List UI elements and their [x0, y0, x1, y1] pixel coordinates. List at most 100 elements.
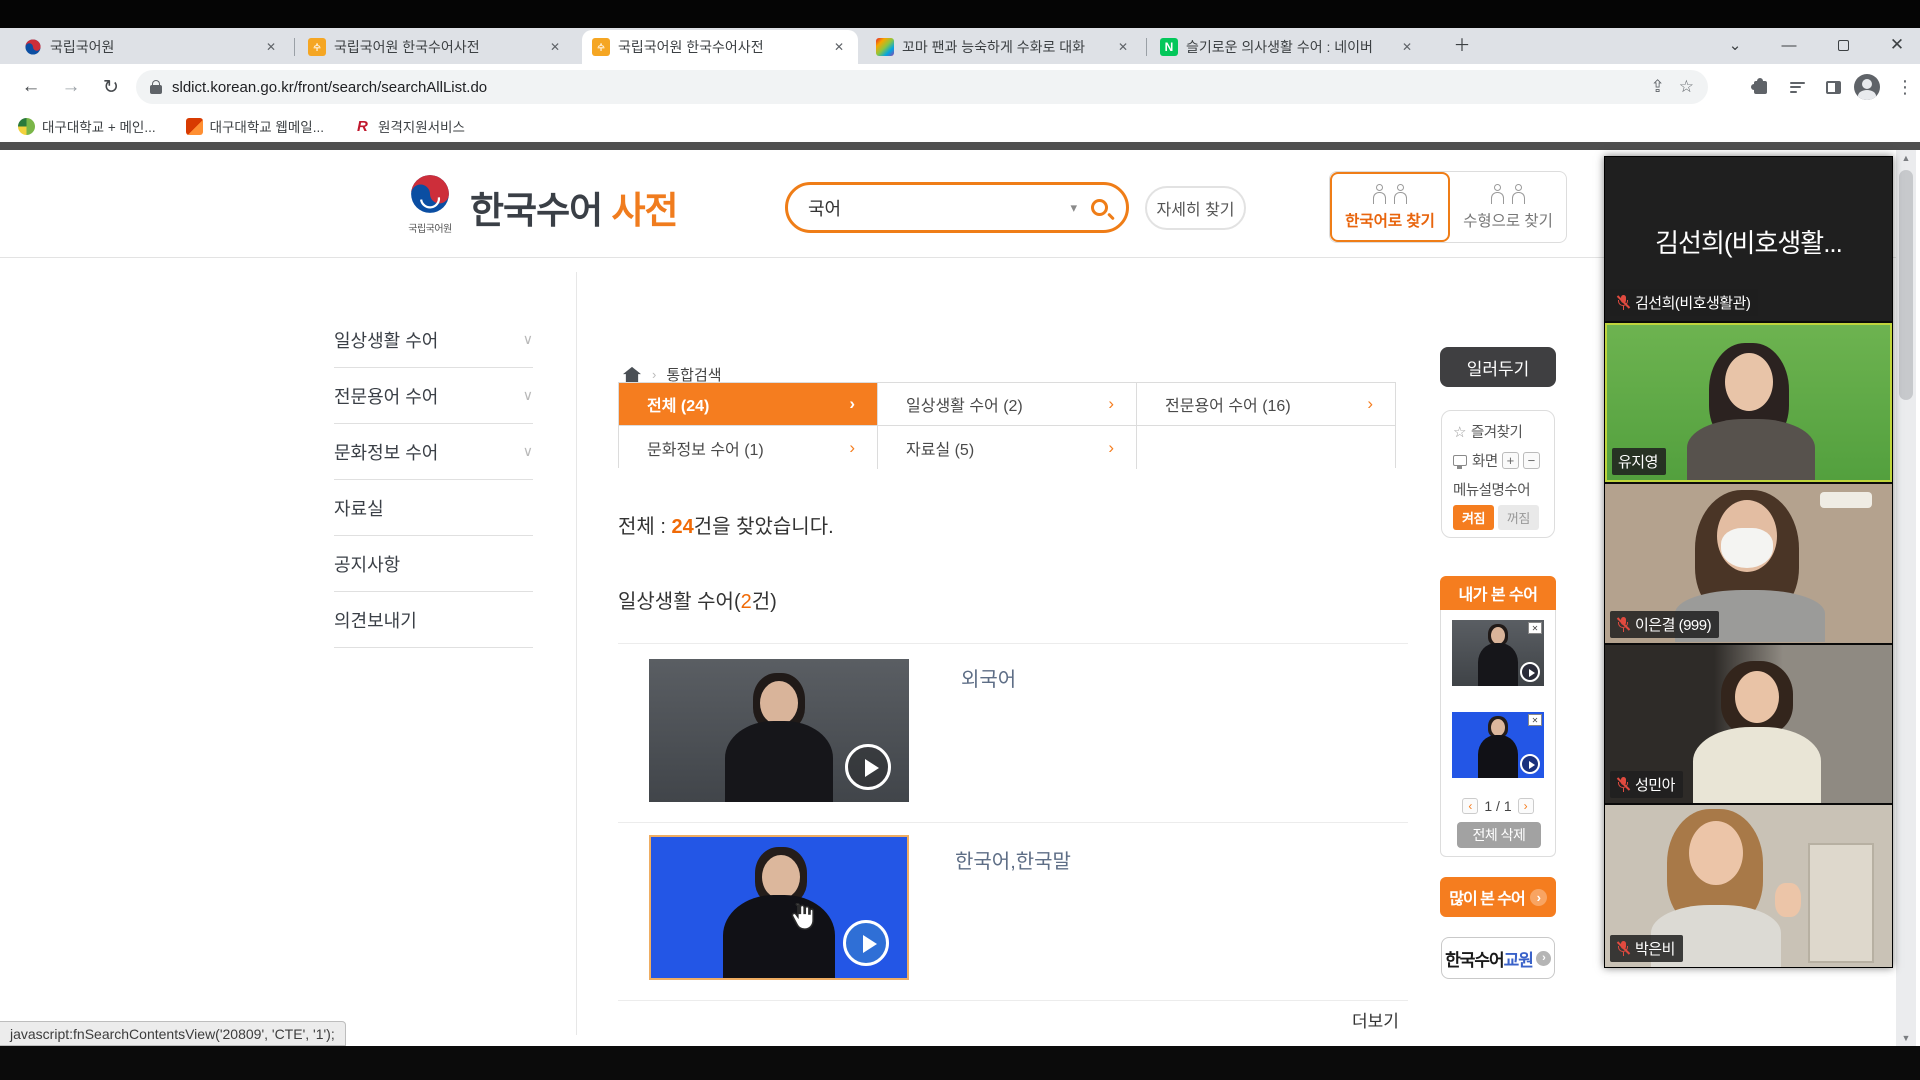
tab-close-icon[interactable]: ✕ [262, 38, 280, 56]
site-title[interactable]: 한국수어 사전 [470, 180, 678, 234]
result-word-link[interactable]: 한국어,한국말 [955, 845, 1071, 874]
search-dropdown-caret-icon[interactable]: ▾ [1070, 200, 1077, 216]
tab-separator [294, 38, 295, 56]
result-tab-culture[interactable]: 문화정보 수어 (1)› [619, 426, 878, 469]
reload-icon[interactable]: ↻ [96, 72, 126, 102]
tab-sldict-active[interactable]: 수 국립국어원 한국수어사전 ✕ [582, 30, 858, 64]
participant-video-park[interactable]: 박은비 [1605, 805, 1892, 967]
address-bar[interactable]: sldict.korean.go.kr/front/search/searchA… [136, 70, 1708, 104]
zoom-out-button[interactable]: − [1523, 452, 1540, 469]
window-menu-chevron-icon[interactable]: ⌄ [1712, 28, 1758, 62]
url-text[interactable]: sldict.korean.go.kr/front/search/searchA… [172, 79, 1637, 96]
muted-mic-icon [1616, 777, 1630, 792]
arrow-icon: › [1367, 394, 1373, 414]
bookmark-remote-support[interactable]: R 원격지원서비스 [354, 116, 465, 136]
bookmark-daegu-main[interactable]: 대구대학교 + 메인... [18, 116, 156, 136]
detail-search-button[interactable]: 자세히 찾기 [1145, 186, 1246, 230]
find-by-korean-button[interactable]: 한국어로 찾기 [1330, 172, 1450, 242]
participant-video-kim[interactable]: 김선희(비호생활... 김선희(비호생활관) [1605, 157, 1892, 321]
arrow-icon: › [1108, 394, 1114, 414]
forward-icon[interactable]: → [56, 72, 86, 102]
popular-signs-button[interactable]: 많이 본 수어 › [1440, 877, 1556, 917]
participant-video-yoo[interactable]: 유지영 [1605, 323, 1892, 482]
window-minimize-icon[interactable]: — [1766, 28, 1812, 62]
row-divider [618, 1000, 1408, 1001]
play-icon[interactable] [845, 744, 891, 790]
sidebar-item-terminology-sign[interactable]: 전문용어 수어∨ [334, 368, 533, 424]
tab-naver[interactable]: N 슬기로운 의사생활 수어 : 네이버 ✕ [1150, 30, 1426, 64]
sidebar-item-feedback[interactable]: 의견보내기 [334, 592, 533, 648]
muted-mic-icon [1616, 941, 1630, 956]
participant-name-chip: 유지영 [1612, 448, 1666, 475]
sidebar-item-culture-sign[interactable]: 문화정보 수어∨ [334, 424, 533, 480]
pager-next-icon[interactable]: › [1518, 798, 1534, 814]
participant-video-lee[interactable]: 이은결 (999) [1605, 484, 1892, 643]
result-tab-terminology[interactable]: 전문용어 수어 (16)› [1137, 383, 1395, 426]
toggle-on-button[interactable]: 켜짐 [1453, 505, 1494, 530]
bookmark-label: 대구대학교 + 메인... [42, 116, 156, 136]
play-icon[interactable] [1520, 754, 1540, 774]
viewed-sign-thumbnail[interactable]: ✕ [1452, 620, 1544, 686]
back-icon[interactable]: ← [16, 72, 46, 102]
participant-video-seong[interactable]: 성민아 [1605, 645, 1892, 803]
new-tab-button[interactable]: ＋ [1448, 34, 1476, 58]
pager-prev-icon[interactable]: ‹ [1462, 798, 1478, 814]
remove-thumbnail-icon[interactable]: ✕ [1528, 714, 1542, 726]
favorites-option[interactable]: ☆ 즐겨찾기 [1453, 421, 1554, 442]
search-box[interactable]: ▾ [785, 182, 1129, 233]
video-conference-panel: 김선희(비호생활... 김선희(비호생활관) 유지영 [1604, 156, 1893, 968]
search-icon[interactable] [1091, 199, 1108, 216]
sidebar-item-notice[interactable]: 공지사항 [334, 536, 533, 592]
scrollbar-thumb[interactable] [1899, 170, 1913, 400]
result-video-thumbnail[interactable] [649, 659, 909, 802]
tab-close-icon[interactable]: ✕ [830, 38, 848, 56]
scroll-up-icon[interactable]: ▲ [1896, 150, 1916, 166]
play-icon[interactable] [1520, 662, 1540, 682]
tab-korean-institute[interactable]: 국립국어원 ✕ [14, 30, 290, 64]
guide-button[interactable]: 일러두기 [1440, 347, 1556, 387]
find-by-handshape-button[interactable]: 수형으로 찾기 [1450, 172, 1566, 242]
scroll-down-icon[interactable]: ▼ [1896, 1030, 1916, 1046]
home-icon[interactable] [622, 366, 642, 384]
sign-teacher-button[interactable]: 한국수어교원 › [1441, 937, 1555, 979]
result-video-thumbnail-hover[interactable] [649, 835, 909, 980]
tab-title: 꼬마 팬과 능숙하게 수화로 대화 [902, 37, 1106, 57]
delete-all-button[interactable]: 전체 삭제 [1457, 822, 1541, 848]
zoom-in-button[interactable]: + [1502, 452, 1519, 469]
bookmark-star-icon[interactable]: ☆ [1679, 77, 1694, 97]
share-icon[interactable]: ⇪ [1651, 77, 1665, 97]
toggle-off-button[interactable]: 꺼짐 [1498, 505, 1539, 530]
tab-close-icon[interactable]: ✕ [1114, 38, 1132, 56]
extensions-icon[interactable] [1745, 72, 1775, 102]
side-panel-icon[interactable] [1818, 72, 1848, 102]
page-scrollbar[interactable]: ▲ ▼ [1896, 150, 1916, 1046]
search-input[interactable] [806, 196, 1070, 219]
bookmark-favicon [186, 118, 203, 135]
result-tab-archive[interactable]: 자료실 (5)› [878, 426, 1137, 469]
window-restore-icon[interactable] [1820, 28, 1866, 62]
lock-icon [150, 80, 162, 94]
tab-jtbc[interactable]: 꼬마 팬과 능숙하게 수화로 대화 ✕ [866, 30, 1142, 64]
more-link[interactable]: 더보기 [1352, 1007, 1399, 1032]
chevron-down-icon: ∨ [523, 443, 533, 460]
pager-status: 1 / 1 [1484, 798, 1511, 814]
sidebar-item-daily-sign[interactable]: 일상생활 수어∨ [334, 312, 533, 368]
result-word-link[interactable]: 외국어 [961, 663, 1016, 692]
viewed-sign-thumbnail[interactable]: ✕ [1452, 712, 1544, 778]
play-icon[interactable] [843, 920, 889, 966]
remove-thumbnail-icon[interactable]: ✕ [1528, 622, 1542, 634]
tab-close-icon[interactable]: ✕ [546, 38, 564, 56]
my-viewed-signs-panel: ✕ ✕ ‹ 1 / 1 › 전체 삭제 [1440, 610, 1556, 857]
sign-language-icon [1372, 184, 1409, 206]
result-tab-daily[interactable]: 일상생활 수어 (2)› [878, 383, 1137, 426]
kebab-menu-icon[interactable]: ⋮ [1890, 72, 1920, 102]
media-list-icon[interactable] [1782, 72, 1812, 102]
window-close-icon[interactable]: ✕ [1874, 28, 1920, 62]
result-tab-all[interactable]: 전체 (24)› [619, 383, 878, 426]
profile-avatar[interactable] [1852, 72, 1882, 102]
sidebar-item-archive[interactable]: 자료실 [334, 480, 533, 536]
site-logo[interactable]: 국립국어원 [400, 174, 460, 235]
bookmark-daegu-webmail[interactable]: 대구대학교 웹메일... [186, 116, 324, 136]
tab-sldict-1[interactable]: 수 국립국어원 한국수어사전 ✕ [298, 30, 574, 64]
tab-close-icon[interactable]: ✕ [1398, 38, 1416, 56]
